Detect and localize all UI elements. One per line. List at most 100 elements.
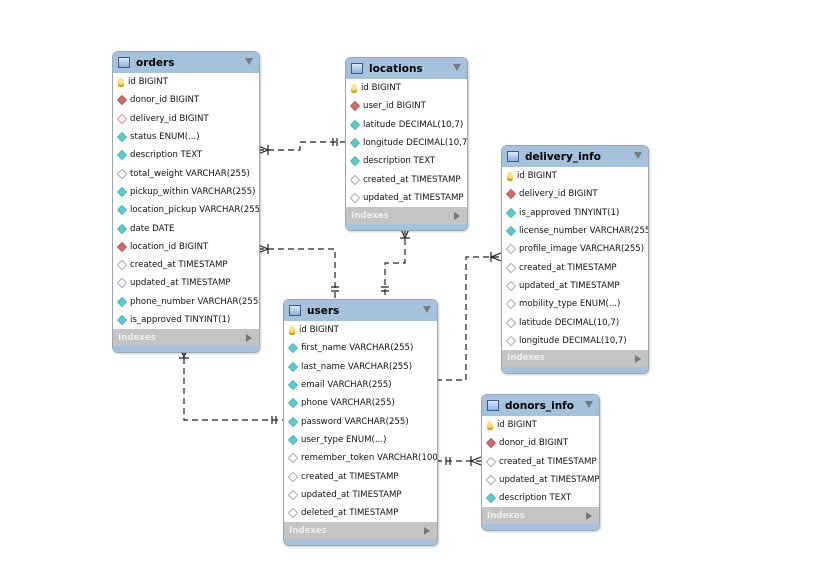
- column-row[interactable]: longitude DECIMAL(10,7): [502, 332, 648, 350]
- column-row[interactable]: first_name VARCHAR(255): [284, 339, 437, 357]
- column-row[interactable]: updated_at TIMESTAMP: [113, 274, 259, 292]
- expand-arrow-icon[interactable]: [635, 354, 641, 363]
- column-row[interactable]: created_at TIMESTAMP: [482, 453, 599, 471]
- column-label: pickup_within VARCHAR(255): [130, 186, 256, 197]
- table-header[interactable]: donors_info: [482, 395, 599, 416]
- relationship-orders-locations[interactable]: [257, 138, 345, 155]
- indexes-section[interactable]: Indexes: [502, 349, 648, 367]
- nullable-column-icon: [116, 260, 128, 271]
- expand-arrow-icon[interactable]: [586, 512, 592, 521]
- column-label: phone VARCHAR(255): [301, 398, 395, 409]
- column-row[interactable]: latitude DECIMAL(10,7): [502, 313, 648, 331]
- collapse-arrow-icon[interactable]: [634, 152, 642, 159]
- column-row[interactable]: user_id BIGINT: [346, 97, 467, 115]
- table-name: donors_info: [505, 399, 574, 412]
- indexes-section[interactable]: Indexes: [113, 329, 259, 347]
- column-row[interactable]: password VARCHAR(255): [284, 412, 437, 430]
- column-label: longitude DECIMAL(10,7): [519, 335, 627, 346]
- column-row[interactable]: profile_image VARCHAR(255): [502, 240, 648, 258]
- indexes-section[interactable]: Indexes: [346, 207, 467, 225]
- table-orders[interactable]: orders id BIGINT donor_id BIGINT delivery_i…: [112, 51, 260, 354]
- column-row[interactable]: date DATE: [113, 219, 259, 237]
- relationship-delivery-info-users[interactable]: [436, 252, 502, 381]
- collapse-arrow-icon[interactable]: [423, 306, 431, 313]
- column-label: created_at TIMESTAMP: [130, 260, 228, 271]
- column-row[interactable]: id BIGINT: [346, 79, 467, 97]
- column-row[interactable]: updated_at TIMESTAMP: [482, 471, 599, 489]
- expand-arrow-icon[interactable]: [246, 334, 252, 343]
- indexes-section[interactable]: Indexes: [482, 507, 599, 525]
- relationship-orders-users-2[interactable]: [179, 347, 283, 424]
- column-row[interactable]: longitude DECIMAL(10,7): [346, 134, 467, 152]
- not-null-column-icon: [505, 207, 517, 218]
- table-locations[interactable]: locations id BIGINT user_id BIGINT latitude…: [345, 57, 468, 232]
- column-row[interactable]: description TEXT: [482, 489, 599, 507]
- primary-key-icon: [507, 171, 513, 181]
- collapse-arrow-icon[interactable]: [245, 58, 253, 65]
- column-row[interactable]: id BIGINT: [284, 321, 437, 339]
- table-header[interactable]: orders: [113, 52, 259, 73]
- table-delivery-info[interactable]: delivery_info id BIGINT delivery_id BIGINT…: [501, 145, 649, 374]
- column-row[interactable]: delivery_id BIGINT: [113, 110, 259, 128]
- column-row[interactable]: is_approved TINYINT(1): [113, 311, 259, 329]
- table-header[interactable]: delivery_info: [502, 146, 648, 167]
- column-row[interactable]: updated_at TIMESTAMP: [284, 486, 437, 504]
- not-null-column-icon: [287, 416, 299, 427]
- column-row[interactable]: phone VARCHAR(255): [284, 394, 437, 412]
- column-row[interactable]: license_number VARCHAR(255): [502, 222, 648, 240]
- column-row[interactable]: pickup_within VARCHAR(255): [113, 183, 259, 201]
- column-row[interactable]: delivery_id BIGINT: [502, 185, 648, 203]
- column-row[interactable]: description TEXT: [113, 146, 259, 164]
- relationship-orders-users-1[interactable]: [257, 244, 339, 298]
- relationship-donors-info-users[interactable]: [436, 456, 482, 466]
- not-null-column-icon: [287, 343, 299, 354]
- column-label: user_id BIGINT: [363, 101, 426, 112]
- table-name: users: [307, 304, 340, 317]
- column-row[interactable]: total_weight VARCHAR(255): [113, 164, 259, 182]
- column-row[interactable]: id BIGINT: [482, 416, 599, 434]
- column-row[interactable]: remember_token VARCHAR(100): [284, 449, 437, 467]
- column-row[interactable]: phone_number VARCHAR(255): [113, 293, 259, 311]
- table-donors-info[interactable]: donors_infoid BIGINT donor_id BIGINT creat…: [481, 394, 600, 532]
- column-row[interactable]: deleted_at TIMESTAMP: [284, 504, 437, 522]
- table-header[interactable]: users: [284, 300, 437, 321]
- column-row[interactable]: created_at TIMESTAMP: [502, 258, 648, 276]
- not-null-column-icon: [349, 119, 361, 130]
- column-row[interactable]: donor_id BIGINT: [113, 91, 259, 109]
- column-label: updated_at TIMESTAMP: [519, 280, 620, 291]
- table-users[interactable]: users id BIGINT first_name VARCHAR(255) las…: [283, 299, 438, 547]
- relationship-locations-users[interactable]: [381, 228, 410, 298]
- column-row[interactable]: is_approved TINYINT(1): [502, 204, 648, 222]
- column-label: delivery_id BIGINT: [130, 113, 209, 124]
- column-label: updated_at TIMESTAMP: [363, 192, 464, 203]
- column-row[interactable]: latitude DECIMAL(10,7): [346, 116, 467, 134]
- collapse-arrow-icon[interactable]: [453, 64, 461, 71]
- expand-arrow-icon[interactable]: [424, 527, 430, 536]
- table-header[interactable]: locations: [346, 58, 467, 79]
- column-row[interactable]: created_at TIMESTAMP: [346, 170, 467, 188]
- column-row[interactable]: id BIGINT: [113, 73, 259, 91]
- column-row[interactable]: user_type ENUM(...): [284, 431, 437, 449]
- expand-arrow-icon[interactable]: [454, 212, 460, 221]
- table-footer: [346, 224, 467, 231]
- column-label: id BIGINT: [497, 420, 537, 431]
- column-row[interactable]: location_id BIGINT: [113, 238, 259, 256]
- column-row[interactable]: updated_at TIMESTAMP: [502, 277, 648, 295]
- column-row[interactable]: status ENUM(...): [113, 128, 259, 146]
- column-row[interactable]: location_pickup VARCHAR(255): [113, 201, 259, 219]
- indexes-label: Indexes: [487, 510, 525, 521]
- not-null-column-icon: [287, 379, 299, 391]
- column-row[interactable]: email VARCHAR(255): [284, 376, 437, 394]
- indexes-label: Indexes: [507, 353, 545, 364]
- column-row[interactable]: description TEXT: [346, 152, 467, 170]
- column-row[interactable]: updated_at TIMESTAMP: [346, 189, 467, 207]
- column-row[interactable]: last_name VARCHAR(255): [284, 358, 437, 376]
- column-row[interactable]: donor_id BIGINT: [482, 434, 599, 452]
- table-footer: [502, 366, 648, 373]
- collapse-arrow-icon[interactable]: [585, 401, 593, 408]
- column-row[interactable]: mobility_type ENUM(...): [502, 295, 648, 313]
- column-row[interactable]: id BIGINT: [502, 167, 648, 185]
- indexes-section[interactable]: Indexes: [284, 522, 437, 540]
- column-row[interactable]: created_at TIMESTAMP: [113, 256, 259, 274]
- column-row[interactable]: created_at TIMESTAMP: [284, 467, 437, 485]
